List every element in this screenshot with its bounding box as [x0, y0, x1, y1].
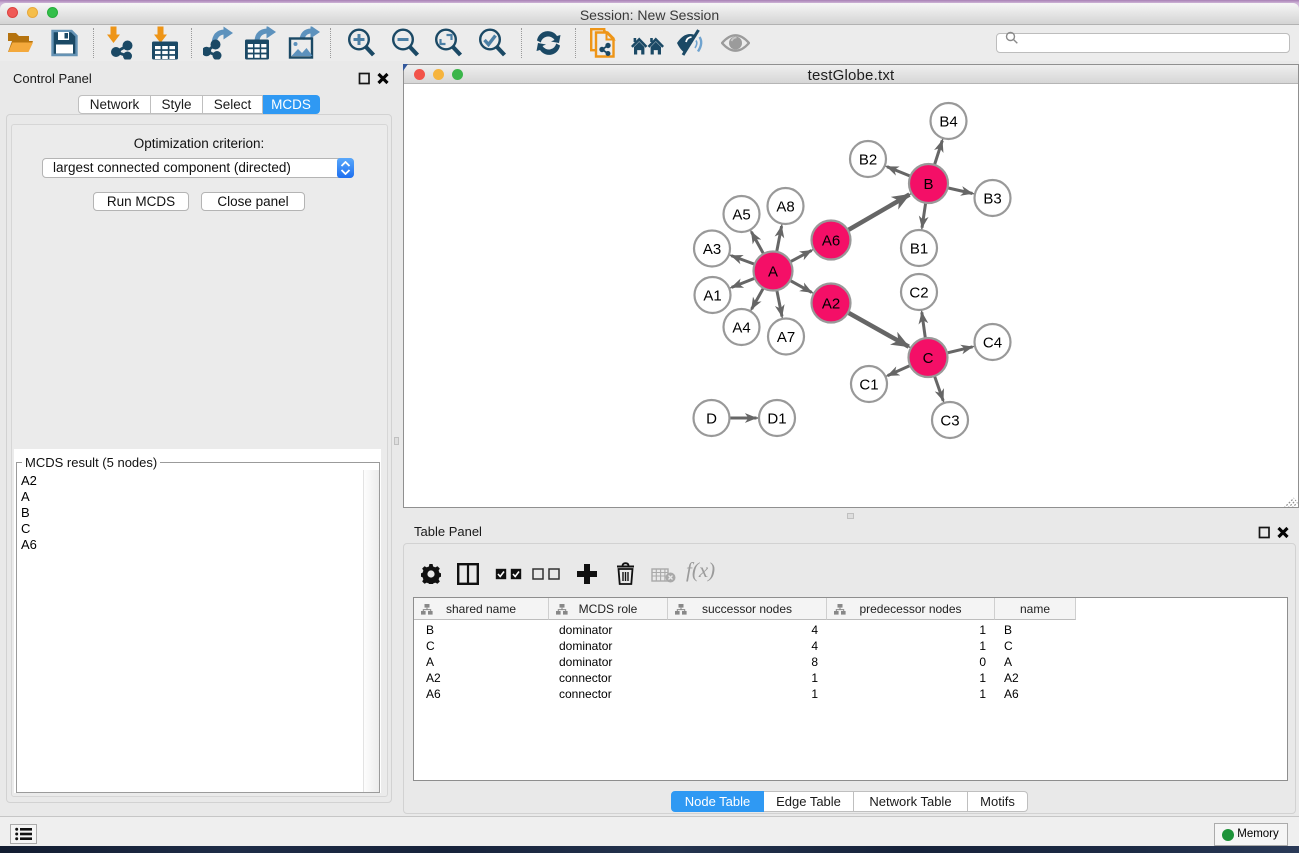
svg-text:A8: A8 [776, 198, 794, 215]
svg-text:C2: C2 [909, 284, 928, 301]
svg-text:A: A [767, 263, 777, 280]
svg-text:D1: D1 [767, 410, 786, 427]
svg-text:A4: A4 [732, 319, 750, 336]
svg-text:D: D [706, 410, 717, 427]
svg-text:A1: A1 [703, 287, 721, 304]
svg-text:C1: C1 [859, 376, 878, 393]
svg-text:B2: B2 [858, 151, 876, 168]
svg-text:B3: B3 [983, 190, 1001, 207]
svg-text:B: B [923, 176, 933, 193]
svg-text:C: C [922, 350, 933, 367]
svg-text:A2: A2 [821, 295, 839, 312]
svg-text:A3: A3 [702, 241, 720, 258]
svg-text:A7: A7 [776, 329, 794, 346]
svg-text:B4: B4 [939, 113, 957, 130]
svg-text:A6: A6 [821, 232, 839, 249]
svg-text:B1: B1 [909, 240, 927, 257]
svg-text:C4: C4 [982, 334, 1001, 351]
svg-text:C3: C3 [940, 412, 959, 429]
svg-text:A5: A5 [732, 206, 750, 223]
